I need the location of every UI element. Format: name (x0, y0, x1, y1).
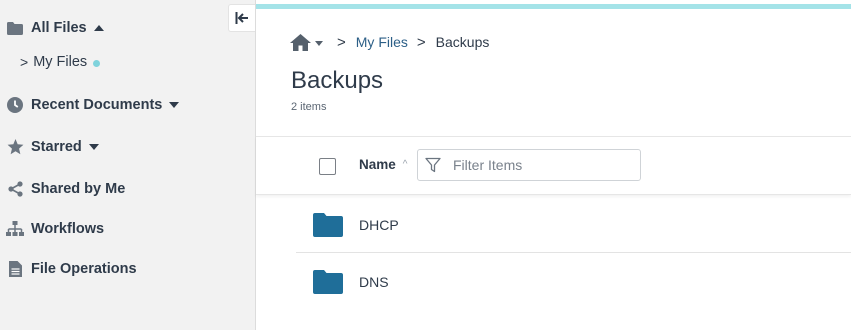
star-icon (6, 138, 24, 156)
workflow-icon (6, 220, 24, 238)
table-row[interactable]: DHCP (296, 196, 851, 253)
home-icon (290, 33, 311, 51)
breadcrumb-my-files[interactable]: My Files (356, 34, 408, 50)
chevron-down-icon (315, 41, 323, 46)
sidebar-item-label: Shared by Me (31, 181, 126, 197)
page-title: Backups (291, 67, 384, 94)
caret-up-icon (93, 25, 104, 31)
name-column-label: Name (359, 157, 396, 172)
breadcrumb-separator: > (337, 33, 346, 51)
file-name[interactable]: DNS (359, 274, 389, 290)
breadcrumb-current: Backups (435, 34, 490, 50)
sidebar: All Files > My Files Recent Documents St… (0, 0, 256, 330)
sidebar-item-label: All Files (31, 20, 87, 36)
sidebar-item-label: My Files (33, 54, 88, 70)
accent-bar (256, 4, 851, 9)
breadcrumb: > My Files > Backups (290, 31, 489, 53)
collapse-sidebar-button[interactable] (228, 4, 255, 32)
table-row[interactable]: DNS (296, 253, 851, 310)
folder-icon (313, 212, 343, 237)
sidebar-item-label: Recent Documents (31, 97, 163, 113)
item-count: 2 items (291, 101, 327, 113)
sidebar-item-starred[interactable]: Starred (6, 136, 99, 158)
chevron-right-icon: > (20, 54, 29, 70)
active-indicator-dot (93, 59, 101, 67)
sidebar-item-workflows[interactable]: Workflows (6, 218, 104, 240)
sidebar-item-file-operations[interactable]: File Operations (6, 258, 137, 280)
sidebar-item-my-files[interactable]: > My Files (20, 51, 101, 73)
clock-icon (6, 96, 24, 114)
sidebar-item-label: Workflows (31, 221, 105, 237)
filter-input[interactable] (453, 157, 633, 173)
filter-items-field[interactable] (417, 149, 641, 181)
sort-ascending-icon: ^ (402, 159, 408, 170)
share-icon (6, 180, 24, 198)
sidebar-item-label: File Operations (31, 261, 137, 277)
document-icon (6, 260, 24, 278)
filter-icon (418, 157, 448, 173)
sidebar-item-shared-by-me[interactable]: Shared by Me (6, 178, 125, 200)
name-column-header[interactable]: Name ^ (359, 157, 407, 172)
sidebar-item-recent-documents[interactable]: Recent Documents (6, 94, 180, 116)
file-name[interactable]: DHCP (359, 217, 399, 233)
caret-down-icon (88, 144, 99, 150)
folder-icon (6, 19, 24, 37)
table-header: Name ^ (256, 136, 851, 195)
sidebar-item-label: Starred (31, 139, 82, 155)
select-all-checkbox[interactable] (319, 158, 336, 175)
breadcrumb-separator: > (416, 33, 426, 51)
main-content: > My Files > Backups Backups 2 items Nam… (256, 0, 851, 330)
folder-icon (313, 269, 343, 294)
breadcrumb-home-button[interactable] (290, 33, 323, 51)
sidebar-item-all-files[interactable]: All Files (6, 17, 104, 39)
caret-down-icon (169, 102, 180, 108)
collapse-left-icon (235, 12, 248, 24)
